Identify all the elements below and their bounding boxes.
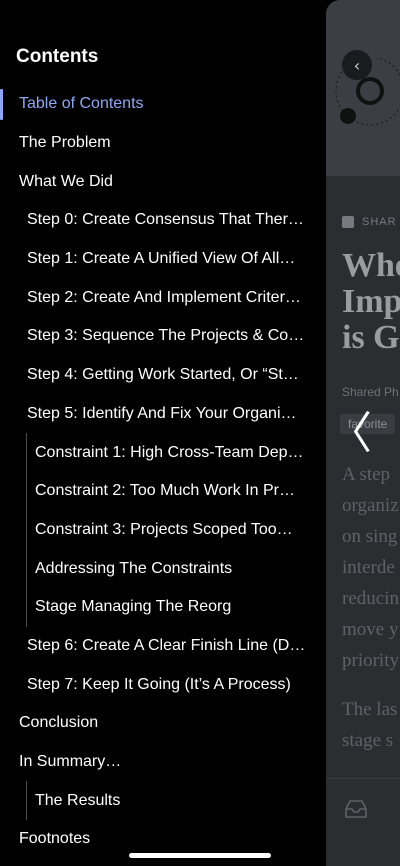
toc-item[interactable]: Step 4: Getting Work Started, Or “St… (0, 356, 326, 395)
article-paragraph: A step organiz on sing interde reducin m… (342, 464, 399, 671)
toc-item-label: The Results (35, 791, 121, 809)
toc-item-label: In Summary… (19, 753, 122, 771)
toc-item-label: Step 1: Create A Unified View Of All… (27, 250, 296, 268)
toc-item-label: Constraint 2: Too Much Work In Pr… (35, 482, 295, 500)
toc-item[interactable]: What We Did (0, 162, 326, 201)
toc-item[interactable]: Step 0: Create Consensus That Ther… (0, 201, 326, 240)
toc-item[interactable]: Step 3: Sequence The Projects & Co… (0, 317, 326, 356)
article-byline: Shared Ph (342, 385, 399, 399)
toc-item[interactable]: Step 5: Identify And Fix Your Organi… (0, 395, 326, 434)
reader-toolbar (326, 778, 400, 866)
toc-item[interactable]: Step 1: Create A Unified View Of All… (0, 240, 326, 279)
toc-item[interactable]: Constraint 3: Projects Scoped Too… (0, 510, 326, 550)
panel-grab-handle-icon[interactable]: 〈 (328, 410, 372, 458)
toc-item[interactable]: The Results (0, 781, 326, 820)
toc-item-label: Addressing The Constraints (35, 559, 233, 577)
inbox-icon[interactable] (344, 799, 368, 819)
chevron-left-icon: ‹ (353, 55, 361, 75)
toc-item-label: Step 0: Create Consensus That Ther… (27, 211, 304, 229)
toc-item[interactable]: Conclusion (0, 704, 326, 743)
toc-item-label: Step 7: Keep It Going (It’s A Process) (27, 675, 291, 693)
toc-item-label: Step 3: Sequence The Projects & Co… (27, 327, 305, 345)
toc-item-label: Conclusion (19, 714, 99, 732)
toc-item[interactable]: Step 7: Keep It Going (It’s A Process) (0, 665, 326, 704)
panel-title: Contents (16, 46, 99, 67)
toc-item[interactable]: The Problem (0, 124, 326, 163)
share-icon (342, 216, 354, 228)
share-row[interactable]: SHAR (342, 216, 397, 228)
toc-item[interactable]: Stage Managing The Reorg (0, 587, 326, 627)
toc-item[interactable]: Table of Contents (0, 85, 326, 124)
toc-item-label: Step 2: Create And Implement Criter… (27, 288, 301, 306)
article-paragraph: The las stage s (342, 699, 398, 751)
toc-item-label: Step 6: Create A Clear Finish Line (D… (27, 636, 306, 654)
share-label: SHAR (362, 216, 397, 228)
contents-panel: Contents Table of Contents The Problem Wha… (0, 0, 326, 866)
toc-item-label: The Problem (19, 134, 111, 152)
back-button[interactable]: ‹ (342, 50, 372, 80)
table-of-contents: Table of Contents The Problem What We Did S… (0, 85, 326, 859)
toc-item-label: Footnotes (19, 830, 91, 848)
toc-item[interactable]: Constraint 2: Too Much Work In Pr… (0, 471, 326, 511)
toc-item-label: Table of Contents (19, 95, 144, 113)
toc-item[interactable]: Step 2: Create And Implement Criter… (0, 278, 326, 317)
toc-item[interactable]: Addressing The Constraints (0, 549, 326, 588)
toc-item-label: Step 5: Identify And Fix Your Organi… (27, 404, 297, 422)
toc-item-label: Step 4: Getting Work Started, Or “St… (27, 366, 299, 384)
home-indicator[interactable] (129, 853, 271, 858)
toc-item[interactable]: In Summary… (0, 743, 326, 782)
toc-item-label: Stage Managing The Reorg (35, 598, 232, 616)
toc-item-label: Constraint 1: High Cross-Team Dep… (35, 443, 304, 461)
article-title: Whe Imp is G (342, 247, 400, 356)
toc-item[interactable]: Constraint 1: High Cross-Team Dep… (0, 433, 326, 472)
toc-item-label: What We Did (19, 172, 113, 190)
toc-item[interactable]: Step 6: Create A Clear Finish Line (D… (0, 627, 326, 666)
toc-item-label: Constraint 3: Projects Scoped Too… (35, 520, 293, 538)
